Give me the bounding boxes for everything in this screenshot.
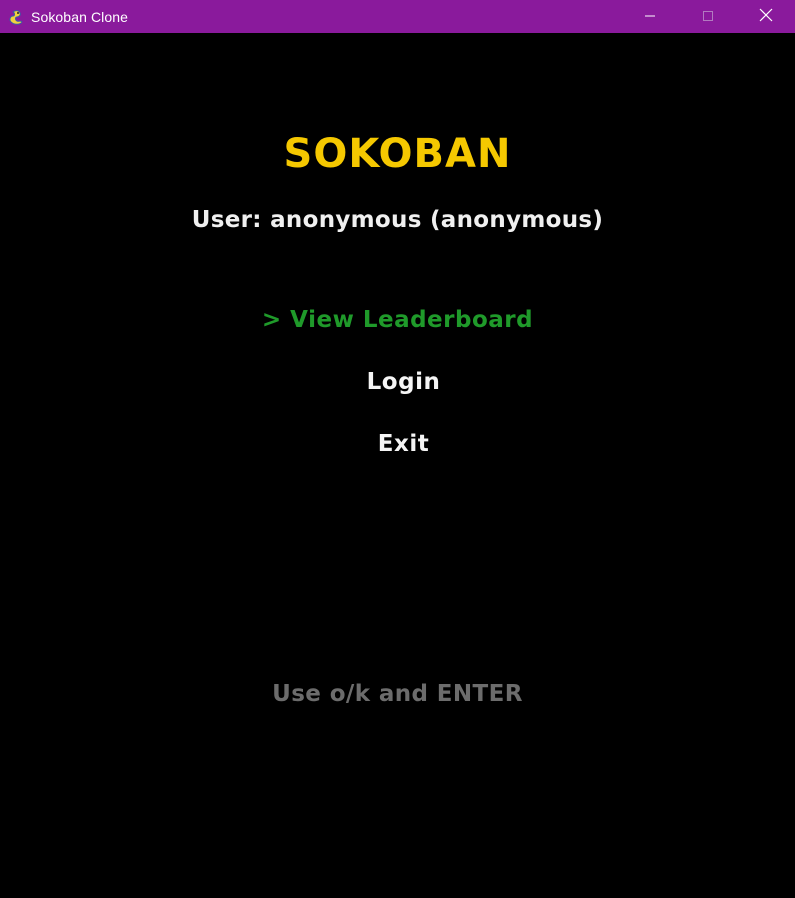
minimize-icon [644,7,656,26]
window-title: Sokoban Clone [31,8,129,25]
pygame-snake-icon [7,8,25,26]
close-icon [759,7,773,26]
maximize-icon [702,7,714,26]
app-window: Sokoban Clone SOKOBAN User: anonymous (a… [0,0,795,898]
close-button[interactable] [737,0,795,33]
controls-hint: Use o/k and ENTER [272,681,523,707]
current-user-label: User: anonymous (anonymous) [191,207,604,233]
game-canvas[interactable]: SOKOBAN User: anonymous (anonymous) > Vi… [0,33,795,897]
maximize-button[interactable] [679,0,737,33]
title-bar[interactable]: Sokoban Clone [0,0,795,33]
menu-item-view-leaderboard[interactable]: > View Leaderboard [0,307,795,333]
menu-item-exit[interactable]: Exit [6,431,795,457]
game-title: SOKOBAN [283,131,512,177]
menu-item-login[interactable]: Login [6,369,795,395]
window-controls [621,0,795,33]
minimize-button[interactable] [621,0,679,33]
